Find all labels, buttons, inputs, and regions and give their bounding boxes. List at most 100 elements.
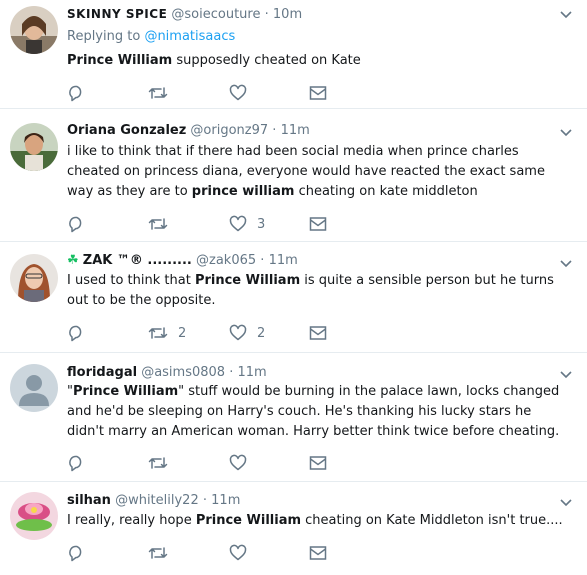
tweet-header: floridagal @asims0808 · 11m	[67, 364, 547, 382]
retweet-button[interactable]	[148, 543, 178, 563]
timestamp[interactable]: 11m	[237, 365, 266, 380]
message-icon	[309, 326, 327, 340]
retweet-icon	[148, 327, 168, 339]
display-name[interactable]: ZAK ™® .........	[83, 253, 192, 268]
message-button[interactable]	[309, 323, 327, 343]
message-icon	[309, 546, 327, 560]
tweet-actions	[67, 543, 347, 563]
display-name[interactable]: Oriana Gonzalez	[67, 123, 186, 138]
message-button[interactable]	[309, 543, 327, 563]
avatar[interactable]	[10, 6, 58, 54]
highlight: Prince William	[195, 513, 302, 528]
like-button[interactable]	[229, 453, 257, 473]
like-button[interactable]	[229, 543, 257, 563]
avatar[interactable]	[10, 492, 58, 540]
reply-button[interactable]	[67, 543, 95, 563]
retweet-button[interactable]	[148, 453, 178, 473]
like-button[interactable]	[229, 83, 257, 103]
retweet-icon	[148, 547, 168, 559]
separator: ·	[202, 493, 208, 508]
reply-icon	[69, 455, 82, 472]
like-count: 3	[257, 216, 266, 232]
separator: ·	[260, 253, 265, 268]
tweet-actions	[67, 453, 347, 473]
tweet-header: SKINNY SPICE @soiecouture · 10m	[67, 5, 547, 24]
message-icon	[309, 456, 327, 470]
display-name[interactable]: floridagal	[67, 365, 137, 380]
display-name[interactable]: SKINNY SPICE	[67, 7, 167, 21]
timestamp[interactable]: 11m	[281, 123, 310, 138]
like-icon	[229, 324, 247, 341]
chevron-down-icon[interactable]	[559, 259, 573, 269]
display-name[interactable]: silhan	[67, 493, 111, 508]
handle[interactable]: @zak065	[196, 253, 256, 268]
separator: ·	[229, 365, 234, 380]
handle[interactable]: @soiecouture	[171, 7, 260, 22]
highlight: Prince William	[194, 273, 301, 288]
like-button[interactable]: 2	[229, 323, 265, 343]
highlight: Prince William	[67, 53, 173, 68]
retweet-icon	[148, 87, 168, 99]
chevron-down-icon[interactable]	[559, 370, 573, 380]
timestamp[interactable]: 10m	[273, 7, 302, 22]
message-icon	[309, 217, 327, 231]
handle[interactable]: @whitelily22	[115, 493, 199, 508]
avatar[interactable]	[10, 123, 58, 171]
tweet[interactable]: Oriana Gonzalez @origonz97 · 11m i like …	[0, 109, 587, 242]
timestamp[interactable]: 11m	[269, 253, 298, 268]
message-button[interactable]	[309, 453, 327, 473]
timestamp[interactable]: 11m	[211, 493, 240, 508]
text-start: I really, really hope	[67, 513, 196, 528]
tweet-feed: SKINNY SPICE @soiecouture · 10m Replying…	[0, 0, 587, 575]
replying-label: Replying to	[67, 29, 141, 44]
reply-button[interactable]	[67, 453, 95, 473]
tweet[interactable]: SKINNY SPICE @soiecouture · 10m Replying…	[0, 0, 587, 109]
tweet-actions: 2 2	[67, 323, 347, 343]
chevron-down-icon[interactable]	[559, 498, 573, 508]
retweet-button[interactable]: 2	[148, 323, 186, 343]
tweet[interactable]: ☘ ZAK ™® ......... @zak065 · 11m I used …	[0, 242, 587, 353]
like-count: 2	[257, 325, 266, 341]
tweet-actions	[67, 83, 347, 103]
retweet-button[interactable]	[148, 83, 178, 103]
tweet-text: I used to think that Prince William is q…	[67, 271, 572, 311]
message-button[interactable]	[309, 214, 327, 234]
tweet[interactable]: silhan @whitelily22 · 11m I really, real…	[0, 482, 587, 575]
chevron-down-icon[interactable]	[559, 128, 573, 138]
tweet-header: silhan @whitelily22 · 11m	[67, 492, 547, 510]
handle[interactable]: @origonz97	[190, 123, 268, 138]
tweet-header: Oriana Gonzalez @origonz97 · 11m	[67, 122, 547, 140]
like-button[interactable]: 3	[229, 214, 265, 234]
highlight: prince william	[191, 184, 295, 199]
tweet-text: Prince William supposedly cheated on Kat…	[67, 51, 572, 71]
separator: ·	[264, 7, 269, 22]
reply-button[interactable]	[67, 83, 95, 103]
handle[interactable]: @asims0808	[141, 365, 225, 380]
shamrock-icon: ☘	[67, 253, 79, 268]
separator: ·	[272, 123, 277, 138]
reply-icon	[69, 85, 82, 102]
reply-icon	[69, 216, 82, 233]
retweet-icon	[148, 218, 168, 230]
like-icon	[229, 215, 247, 232]
chevron-down-icon[interactable]	[559, 10, 573, 20]
reply-icon	[69, 325, 82, 342]
message-icon	[309, 86, 327, 100]
like-icon	[229, 84, 247, 101]
tweet-text: I really, really hope Prince William che…	[67, 511, 572, 531]
like-icon	[229, 454, 247, 471]
tweet[interactable]: floridagal @asims0808 · 11m "Prince Will…	[0, 353, 587, 482]
replying-to: Replying to @nimatisaacs	[67, 28, 235, 46]
reply-button[interactable]	[67, 214, 95, 234]
avatar[interactable]	[10, 254, 58, 302]
message-button[interactable]	[309, 83, 327, 103]
mention-link[interactable]: @nimatisaacs	[144, 29, 235, 44]
text-rest: supposedly cheated on Kate	[172, 53, 361, 68]
highlight: Prince William	[72, 384, 179, 399]
like-icon	[229, 544, 247, 561]
retweet-count: 2	[178, 325, 187, 341]
tweet-actions: 3	[67, 214, 347, 234]
reply-button[interactable]	[67, 323, 95, 343]
avatar[interactable]	[10, 364, 58, 412]
retweet-button[interactable]	[148, 214, 178, 234]
